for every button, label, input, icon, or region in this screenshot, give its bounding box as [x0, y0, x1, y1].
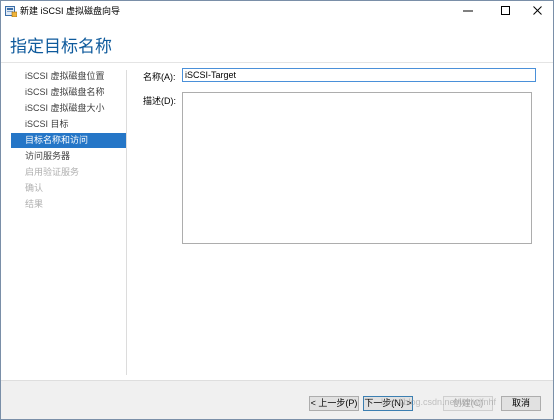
nav-step-disk-size[interactable]: iSCSI 虚拟磁盘大小 — [11, 101, 126, 116]
nav-divider — [126, 70, 127, 375]
nav-step-disk-location[interactable]: iSCSI 虚拟磁盘位置 — [11, 69, 126, 84]
nav-step-results: 结果 — [25, 199, 44, 209]
title-bar: 新建 iSCSI 虚拟磁盘向导 — [1, 1, 553, 20]
nav-step-disk-name[interactable]: iSCSI 虚拟磁盘名称 — [11, 85, 126, 100]
description-label: 描述(D): — [143, 96, 176, 106]
page-title: 指定目标名称 — [10, 37, 112, 56]
minimize-button[interactable] — [453, 1, 483, 20]
nav-step-enable-auth: 启用验证服务 — [25, 167, 80, 177]
name-input[interactable] — [182, 68, 536, 82]
nav-step-target-name-access[interactable]: 目标名称和访问 — [11, 133, 126, 148]
watermark-text: http://blog.csdn.net/wylwjfnhf — [381, 397, 497, 407]
wizard-app-icon — [5, 4, 18, 18]
header-divider — [1, 62, 553, 63]
maximize-button[interactable] — [491, 1, 521, 20]
name-label: 名称(A): — [143, 72, 176, 82]
cancel-button[interactable]: 取消 — [501, 396, 541, 411]
target-name-form: 名称(A): 描述(D): — [143, 64, 543, 254]
nav-step-confirmation: 确认 — [25, 183, 44, 193]
wizard-header: 指定目标名称 — [1, 20, 553, 63]
description-input[interactable] — [182, 92, 532, 244]
nav-step-access-servers[interactable]: 访问服务器 — [11, 149, 126, 164]
wizard-steps-nav: iSCSI 虚拟磁盘位置 iSCSI 虚拟磁盘名称 iSCSI 虚拟磁盘大小 i… — [1, 64, 126, 376]
close-button[interactable] — [523, 1, 553, 20]
wizard-window: 新建 iSCSI 虚拟磁盘向导 指定目标名称 iSCSI 虚拟磁盘位置 iSCS… — [0, 0, 554, 420]
nav-step-iscsi-target[interactable]: iSCSI 目标 — [11, 117, 126, 132]
window-title: 新建 iSCSI 虚拟磁盘向导 — [20, 6, 121, 16]
previous-button[interactable]: < 上一步(P) — [309, 396, 359, 411]
